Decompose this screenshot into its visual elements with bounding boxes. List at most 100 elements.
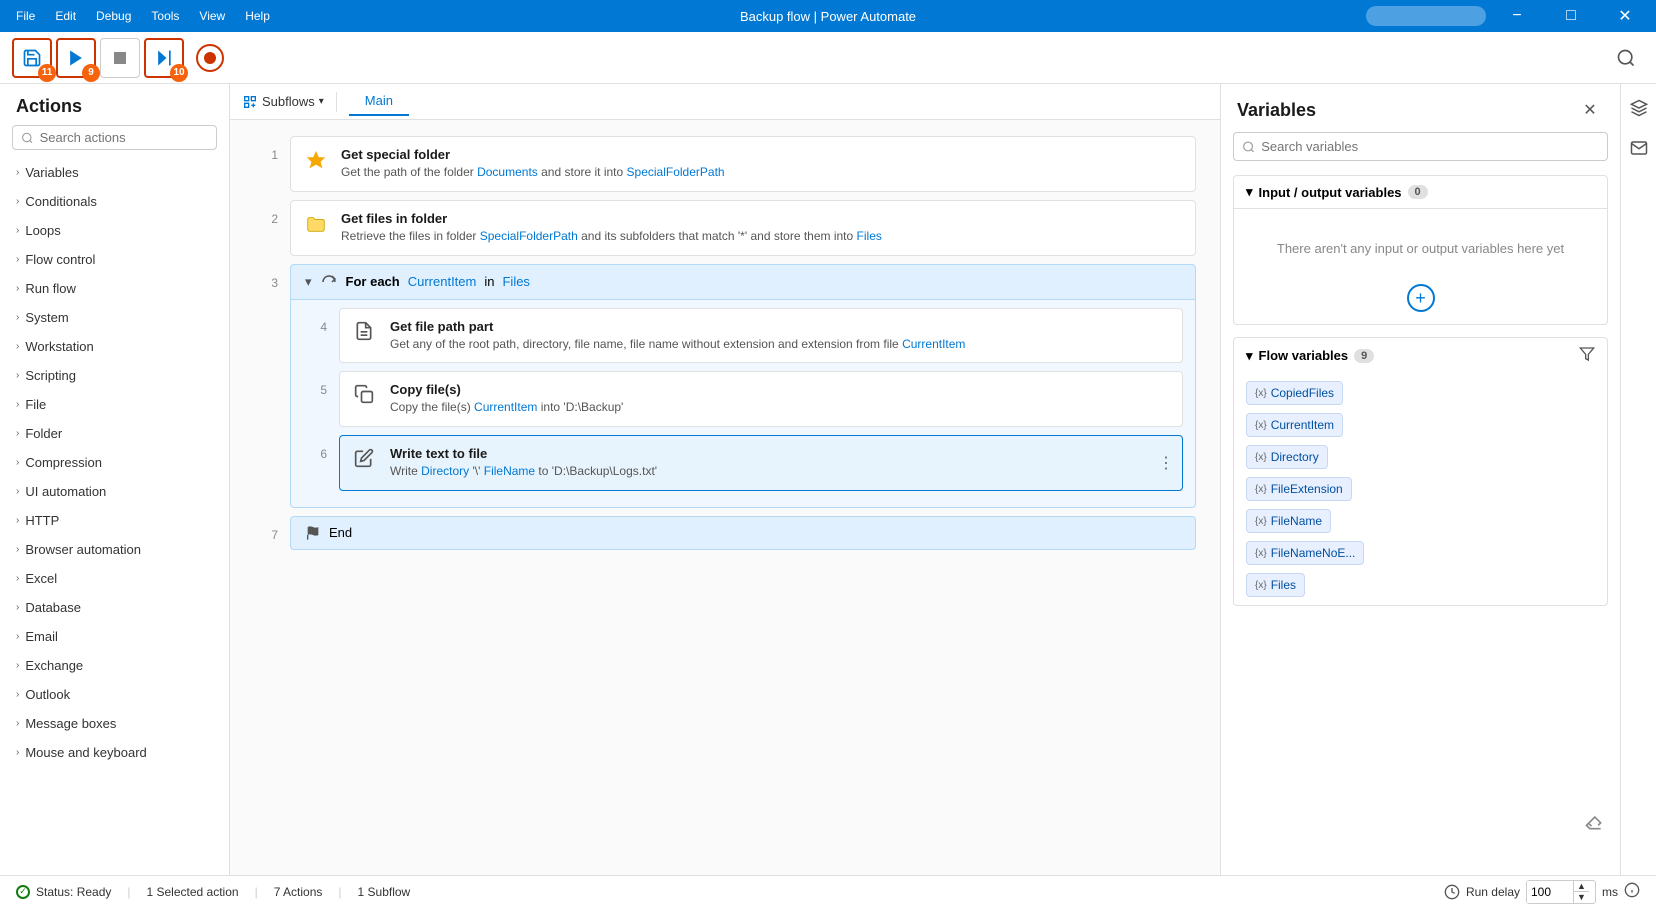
action-item-uiautomation[interactable]: ›UI automation bbox=[0, 477, 229, 506]
spinner-down[interactable]: ▼ bbox=[1574, 892, 1589, 903]
star-icon bbox=[305, 149, 329, 173]
menu-file[interactable]: File bbox=[8, 5, 43, 27]
stop-button[interactable] bbox=[100, 38, 140, 78]
variables-search-box[interactable] bbox=[1233, 132, 1608, 161]
center-panel: Subflows ▾ Main 1 Get special folder Ge bbox=[230, 84, 1220, 875]
subflows-tab-bar: Subflows ▾ Main bbox=[230, 84, 1220, 120]
step-4-desc: Get any of the root path, directory, fil… bbox=[390, 336, 965, 353]
layers-icon-button[interactable] bbox=[1623, 92, 1655, 124]
subflows-label-text: Subflows bbox=[262, 94, 315, 109]
copy-icon bbox=[354, 384, 378, 408]
run-delay-section: Run delay ▲ ▼ ms bbox=[1444, 880, 1640, 904]
step-1-card[interactable]: Get special folder Get the path of the f… bbox=[290, 136, 1196, 192]
close-button[interactable]: ✕ bbox=[1602, 0, 1648, 32]
action-item-system[interactable]: ›System bbox=[0, 303, 229, 332]
step-4-number: 4 bbox=[303, 308, 327, 334]
titlebar-left: File Edit Debug Tools View Help bbox=[8, 5, 278, 27]
var-chip-fileextension[interactable]: {x}FileExtension bbox=[1246, 477, 1595, 501]
menu-debug[interactable]: Debug bbox=[88, 5, 139, 27]
step-button[interactable]: 10 bbox=[144, 38, 184, 78]
search-button[interactable] bbox=[1608, 40, 1644, 76]
action-item-messageboxes[interactable]: ›Message boxes bbox=[0, 709, 229, 738]
menu-edit[interactable]: Edit bbox=[47, 5, 84, 27]
action-item-email[interactable]: ›Email bbox=[0, 622, 229, 651]
filter-icon[interactable] bbox=[1579, 346, 1595, 365]
action-item-exchange[interactable]: ›Exchange bbox=[0, 651, 229, 680]
action-item-file[interactable]: ›File bbox=[0, 390, 229, 419]
variables-header: Variables ✕ bbox=[1221, 84, 1620, 132]
foreach-var1: CurrentItem bbox=[408, 274, 477, 289]
subflows-dropdown[interactable]: Subflows ▾ bbox=[242, 94, 324, 110]
action-item-http[interactable]: ›HTTP bbox=[0, 506, 229, 535]
sep2: | bbox=[255, 885, 258, 899]
step-badge: 10 bbox=[170, 64, 188, 82]
var-chip-copiedfiles[interactable]: {x}CopiedFiles bbox=[1246, 381, 1595, 405]
foreach-container: 3 ▾ For each CurrentItem in Files bbox=[254, 264, 1196, 508]
search-variables-input[interactable] bbox=[1261, 139, 1599, 154]
foreach-loop-icon bbox=[320, 273, 338, 291]
subflows-icon bbox=[242, 94, 258, 110]
action-item-variables[interactable]: ›Variables bbox=[0, 158, 229, 187]
flow-vars-count: 9 bbox=[1354, 349, 1374, 363]
action-item-browserauto[interactable]: ›Browser automation bbox=[0, 535, 229, 564]
search-icon bbox=[21, 131, 34, 145]
step-6-var2: FileName bbox=[484, 464, 535, 478]
foreach-collapse-icon[interactable]: ▾ bbox=[305, 274, 312, 290]
action-item-excel[interactable]: ›Excel bbox=[0, 564, 229, 593]
action-item-loops[interactable]: ›Loops bbox=[0, 216, 229, 245]
user-avatar bbox=[1366, 6, 1486, 26]
input-output-header[interactable]: ▾ Input / output variables 0 bbox=[1234, 176, 1607, 208]
mail-icon-button[interactable] bbox=[1623, 132, 1655, 164]
variables-close-button[interactable]: ✕ bbox=[1576, 96, 1604, 124]
actions-search-box[interactable] bbox=[12, 125, 217, 150]
search-actions-input[interactable] bbox=[40, 130, 208, 145]
tab-main[interactable]: Main bbox=[349, 87, 409, 116]
var-chip-filename[interactable]: {x}FileName bbox=[1246, 509, 1595, 533]
action-item-conditionals[interactable]: ›Conditionals bbox=[0, 187, 229, 216]
action-item-workstation[interactable]: ›Workstation bbox=[0, 332, 229, 361]
step-5-card[interactable]: Copy file(s) Copy the file(s) CurrentIte… bbox=[339, 371, 1183, 427]
subflow-count-text: 1 Subflow bbox=[358, 885, 411, 899]
action-item-compression[interactable]: ›Compression bbox=[0, 448, 229, 477]
action-item-outlook[interactable]: ›Outlook bbox=[0, 680, 229, 709]
actions-list: ›Variables ›Conditionals ›Loops ›Flow co… bbox=[0, 158, 229, 875]
step-6-more-button[interactable]: ⋮ bbox=[1158, 453, 1174, 473]
flow-vars-chevron: ▾ bbox=[1246, 348, 1253, 364]
action-item-folder[interactable]: ›Folder bbox=[0, 419, 229, 448]
selected-action-text: 1 Selected action bbox=[147, 885, 239, 899]
foreach-header[interactable]: ▾ For each CurrentItem in Files bbox=[290, 264, 1196, 300]
step-2-card[interactable]: Get files in folder Retrieve the files i… bbox=[290, 200, 1196, 256]
menu-tools[interactable]: Tools bbox=[143, 5, 187, 27]
var-chip-filenamenoext[interactable]: {x}FileNameNoE... bbox=[1246, 541, 1595, 565]
run-delay-input[interactable] bbox=[1527, 881, 1573, 903]
action-item-scripting[interactable]: ›Scripting bbox=[0, 361, 229, 390]
run-delay-info-icon[interactable] bbox=[1624, 882, 1640, 901]
run-button[interactable]: 9 bbox=[56, 38, 96, 78]
step-4-card[interactable]: Get file path part Get any of the root p… bbox=[339, 308, 1183, 364]
record-button[interactable] bbox=[196, 44, 224, 72]
canvas-area: 1 Get special folder Get the path of the… bbox=[230, 120, 1220, 875]
step-4: 4 Get file path part Get any of the root… bbox=[303, 308, 1183, 364]
menu-help[interactable]: Help bbox=[237, 5, 278, 27]
minimize-button[interactable]: − bbox=[1494, 0, 1540, 32]
action-item-flowcontrol[interactable]: ›Flow control bbox=[0, 245, 229, 274]
menu-view[interactable]: View bbox=[191, 5, 233, 27]
add-variable-button[interactable]: + bbox=[1407, 284, 1435, 312]
maximize-button[interactable]: □ bbox=[1548, 0, 1594, 32]
save-button[interactable]: 11 bbox=[12, 38, 52, 78]
input-output-count: 0 bbox=[1408, 185, 1428, 199]
var-chip-directory[interactable]: {x}Directory bbox=[1246, 445, 1595, 469]
action-item-database[interactable]: ›Database bbox=[0, 593, 229, 622]
action-item-runflow[interactable]: ›Run flow bbox=[0, 274, 229, 303]
sep1: | bbox=[127, 885, 130, 899]
spinner-up[interactable]: ▲ bbox=[1574, 881, 1589, 893]
step-6-card[interactable]: Write text to file Write Directory '\' F… bbox=[339, 435, 1183, 491]
end-block[interactable]: End bbox=[290, 516, 1196, 550]
save-badge: 11 bbox=[38, 64, 56, 82]
var-chip-currentitem[interactable]: {x}CurrentItem bbox=[1246, 413, 1595, 437]
action-item-mousekeys[interactable]: ›Mouse and keyboard bbox=[0, 738, 229, 767]
var-chip-files[interactable]: {x}Files bbox=[1246, 573, 1595, 597]
flow-vars-header[interactable]: ▾ Flow variables 9 bbox=[1234, 338, 1607, 373]
eraser-button[interactable] bbox=[1584, 812, 1604, 835]
right-icons-panel bbox=[1620, 84, 1656, 875]
